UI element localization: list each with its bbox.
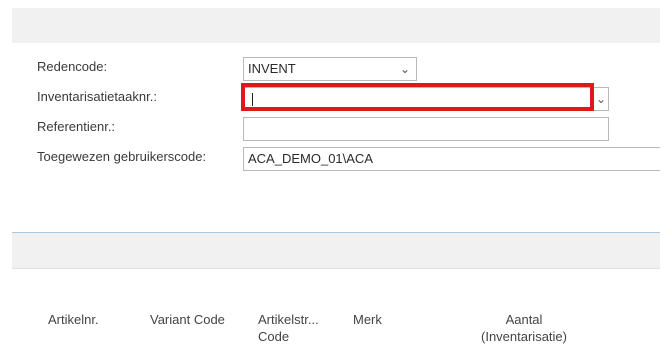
top-band <box>12 8 660 43</box>
reason-code-value: INVENT <box>248 61 296 76</box>
column-header-variant-code[interactable]: Variant Code <box>150 312 225 327</box>
inventory-card-window: Redencode: INVENT ⌄ Inventarisatietaaknr… <box>12 8 660 330</box>
column-header-item-no[interactable]: Artikelnr. <box>48 312 99 327</box>
assigned-user-code-value: ACA_DEMO_01\ACA <box>248 151 373 166</box>
reference-no-label: Referentienr.: <box>37 119 116 134</box>
chevron-down-icon[interactable]: ⌄ <box>398 58 412 80</box>
reason-code-select[interactable]: INVENT ⌄ <box>243 57 417 81</box>
column-header-brand[interactable]: Merk <box>353 312 382 327</box>
assigned-user-code-input[interactable]: ACA_DEMO_01\ACA <box>243 147 660 171</box>
chevron-down-icon[interactable]: ⌄ <box>594 88 608 110</box>
assigned-user-code-label: Toegewezen gebruikerscode: <box>37 149 207 164</box>
reference-no-input[interactable] <box>243 117 609 141</box>
column-header-item-ref-code[interactable]: Artikelstr... Code <box>258 312 319 344</box>
general-section: Redencode: INVENT ⌄ Inventarisatietaaknr… <box>12 43 660 232</box>
inventory-task-no-label: Inventarisatietaaknr.: <box>37 89 157 104</box>
highlight-box <box>241 83 594 111</box>
reason-code-label: Redencode: <box>37 59 108 74</box>
lines-header-band <box>12 233 660 268</box>
column-header-quantity[interactable]: Aantal (Inventarisatie) <box>466 312 582 344</box>
